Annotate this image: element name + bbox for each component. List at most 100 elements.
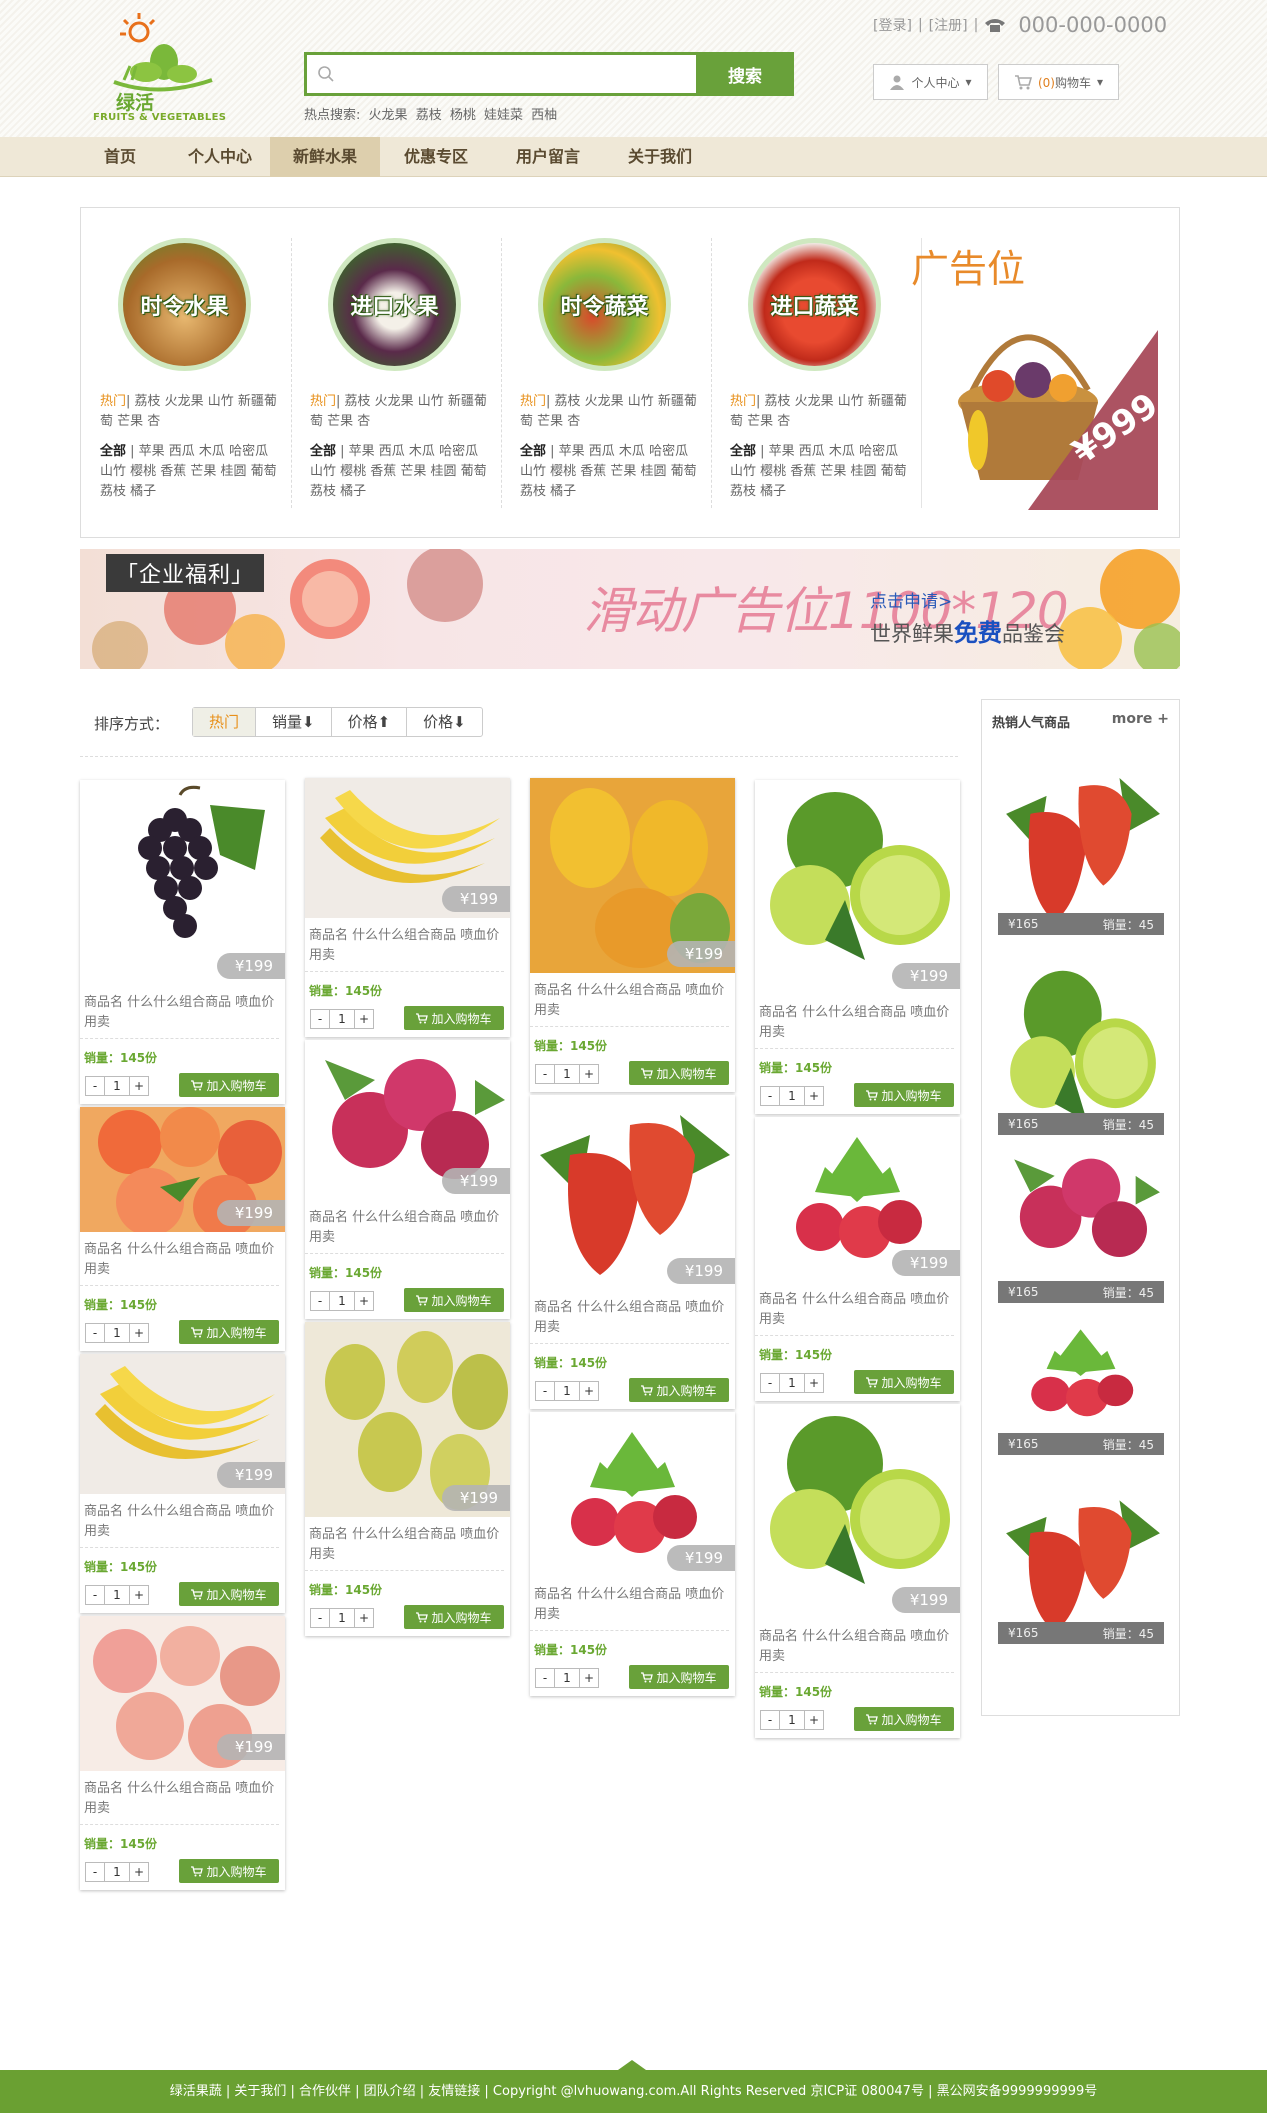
product-image[interactable]: ¥199 <box>305 1040 510 1200</box>
qty-plus-button[interactable]: + <box>130 1077 148 1095</box>
qty-value[interactable]: 1 <box>779 1711 805 1729</box>
sort-sales[interactable]: 销量⬇ <box>256 708 332 736</box>
qty-plus-button[interactable]: + <box>130 1863 148 1881</box>
qty-value[interactable]: 1 <box>329 1292 355 1310</box>
qty-minus-button[interactable]: - <box>761 1374 779 1392</box>
bestseller-item[interactable]: ¥165 销量：45 <box>998 960 1164 1135</box>
product-name[interactable]: 商品名 什么什么组合商品 喷血价用卖 <box>530 1290 729 1344</box>
add-to-cart-button[interactable]: 加入购物车 <box>629 1378 729 1402</box>
add-to-cart-button[interactable]: 加入购物车 <box>404 1288 504 1312</box>
qty-minus-button[interactable]: - <box>311 1609 329 1627</box>
product-name[interactable]: 商品名 什么什么组合商品 喷血价用卖 <box>305 918 504 972</box>
qty-value[interactable]: 1 <box>329 1609 355 1627</box>
add-to-cart-button[interactable]: 加入购物车 <box>854 1370 954 1394</box>
sidebar-more-link[interactable]: more + <box>1112 711 1169 727</box>
add-to-cart-button[interactable]: 加入购物车 <box>629 1665 729 1689</box>
hot-items[interactable]: 荔枝 火龙果 山竹 新疆葡萄 芒果 杏 <box>730 394 907 429</box>
qty-minus-button[interactable]: - <box>536 1669 554 1687</box>
cart-dropdown[interactable]: (0)购物车 ▾ <box>998 64 1119 100</box>
qty-plus-button[interactable]: + <box>355 1292 373 1310</box>
product-card[interactable]: ¥199 商品名 什么什么组合商品 喷血价用卖 销量：145份 -1 + 加入购物车 <box>530 778 735 1092</box>
sort-hot[interactable]: 热门 <box>193 708 257 736</box>
product-image[interactable]: ¥199 <box>755 1404 960 1619</box>
nav-user-center[interactable]: 个人中心 <box>170 137 270 177</box>
product-image[interactable]: ¥199 <box>80 1354 285 1494</box>
add-to-cart-button[interactable]: 加入购物车 <box>629 1061 729 1085</box>
qty-minus-button[interactable]: - <box>86 1586 104 1604</box>
banner-ad[interactable]: 「企业福利」 滑动广告位1100*120 点击申请> 世界鲜果免费品鉴会 <box>80 549 1180 669</box>
add-to-cart-button[interactable]: 加入购物车 <box>179 1073 279 1097</box>
nav-home[interactable]: 首页 <box>82 137 158 177</box>
product-card[interactable]: ¥199 商品名 什么什么组合商品 喷血价用卖 销量：145份 -1 + 加入购物车 <box>755 780 960 1114</box>
product-name[interactable]: 商品名 什么什么组合商品 喷血价用卖 <box>80 985 279 1039</box>
product-name[interactable]: 商品名 什么什么组合商品 喷血价用卖 <box>305 1200 504 1254</box>
qty-minus-button[interactable]: - <box>86 1324 104 1342</box>
qty-minus-button[interactable]: - <box>86 1077 104 1095</box>
product-name[interactable]: 商品名 什么什么组合商品 喷血价用卖 <box>530 973 729 1027</box>
banner-apply-link[interactable]: 点击申请> <box>870 587 952 612</box>
product-card[interactable]: ¥199 商品名 什么什么组合商品 喷血价用卖 销量：145份 -1 + 加入购物车 <box>305 1040 510 1319</box>
sort-price-asc[interactable]: 价格⬆ <box>332 708 408 736</box>
qty-minus-button[interactable]: - <box>311 1292 329 1310</box>
product-image[interactable]: ¥199 <box>80 1616 285 1771</box>
login-link[interactable]: [登录] <box>873 15 912 35</box>
product-image[interactable]: ¥199 <box>755 1117 960 1282</box>
sort-price-desc[interactable]: 价格⬇ <box>407 708 482 736</box>
qty-plus-button[interactable]: + <box>355 1010 373 1028</box>
product-card[interactable]: ¥199 商品名 什么什么组合商品 喷血价用卖 销量：145份 -1 + 加入购物车 <box>80 1354 285 1613</box>
product-card[interactable]: ¥199 商品名 什么什么组合商品 喷血价用卖 销量：145份 -1 + 加入购物车 <box>305 1322 510 1636</box>
hot-term[interactable]: 荔枝 <box>416 108 442 123</box>
all-items[interactable]: 苹果 西瓜 木瓜 哈密瓜 山竹 樱桃 香蕉 芒果 桂圆 葡萄 荔枝 橘子 <box>100 444 277 499</box>
qty-minus-button[interactable]: - <box>86 1863 104 1881</box>
product-card[interactable]: ¥199 商品名 什么什么组合商品 喷血价用卖 销量：145份 -1 + 加入购物车 <box>80 780 285 1104</box>
product-card[interactable]: ¥199 商品名 什么什么组合商品 喷血价用卖 销量：145份 -1 + 加入购物车 <box>755 1404 960 1738</box>
nav-messages[interactable]: 用户留言 <box>498 137 598 177</box>
bestseller-item[interactable]: ¥165 销量：45 <box>998 1143 1164 1303</box>
category-imported-vegetables[interactable]: 进口蔬菜 热门| 荔枝 火龙果 山竹 新疆葡萄 芒果 杏 全部 | 苹果 西瓜 … <box>711 208 921 539</box>
add-to-cart-button[interactable]: 加入购物车 <box>179 1859 279 1883</box>
qty-value[interactable]: 1 <box>779 1374 805 1392</box>
qty-plus-button[interactable]: + <box>805 1374 823 1392</box>
hot-term[interactable]: 娃娃菜 <box>484 108 523 123</box>
add-to-cart-button[interactable]: 加入购物车 <box>179 1582 279 1606</box>
hot-term[interactable]: 杨桃 <box>450 108 476 123</box>
product-image[interactable]: ¥199 <box>530 1412 735 1577</box>
qty-minus-button[interactable]: - <box>761 1087 779 1105</box>
product-name[interactable]: 商品名 什么什么组合商品 喷血价用卖 <box>755 995 954 1049</box>
qty-value[interactable]: 1 <box>779 1087 805 1105</box>
product-card[interactable]: ¥199 商品名 什么什么组合商品 喷血价用卖 销量：145份 -1 + 加入购物车 <box>755 1117 960 1401</box>
logo[interactable]: 绿活 FRUITS & VEGETABLES <box>84 10 234 128</box>
nav-about[interactable]: 关于我们 <box>610 137 710 177</box>
qty-value[interactable]: 1 <box>329 1010 355 1028</box>
product-card[interactable]: ¥199 商品名 什么什么组合商品 喷血价用卖 销量：145份 -1 + 加入购物车 <box>530 1095 735 1409</box>
qty-value[interactable]: 1 <box>104 1586 130 1604</box>
product-card[interactable]: ¥199 商品名 什么什么组合商品 喷血价用卖 销量：145份 -1 + 加入购物车 <box>80 1107 285 1351</box>
bestseller-item[interactable]: ¥165 销量：45 <box>998 760 1164 935</box>
all-items[interactable]: 苹果 西瓜 木瓜 哈密瓜 山竹 樱桃 香蕉 芒果 桂圆 葡萄 荔枝 橘子 <box>730 444 907 499</box>
search-button[interactable]: 搜索 <box>696 52 794 96</box>
bestseller-item[interactable]: ¥165 销量：45 <box>998 1315 1164 1455</box>
qty-plus-button[interactable]: + <box>355 1609 373 1627</box>
qty-value[interactable]: 1 <box>104 1077 130 1095</box>
user-center-dropdown[interactable]: 个人中心 ▾ <box>873 64 988 100</box>
add-to-cart-button[interactable]: 加入购物车 <box>404 1605 504 1629</box>
product-card[interactable]: ¥199 商品名 什么什么组合商品 喷血价用卖 销量：145份 -1 + 加入购物车 <box>305 778 510 1037</box>
product-name[interactable]: 商品名 什么什么组合商品 喷血价用卖 <box>305 1517 504 1571</box>
product-image[interactable]: ¥199 <box>530 778 735 973</box>
add-to-cart-button[interactable]: 加入购物车 <box>854 1083 954 1107</box>
hot-term[interactable]: 西柚 <box>531 108 557 123</box>
product-image[interactable]: ¥199 <box>755 780 960 995</box>
product-name[interactable]: 商品名 什么什么组合商品 喷血价用卖 <box>80 1494 279 1548</box>
qty-plus-button[interactable]: + <box>805 1711 823 1729</box>
category-imported-fruit[interactable]: 进口水果 热门| 荔枝 火龙果 山竹 新疆葡萄 芒果 杏 全部 | 苹果 西瓜 … <box>291 208 501 539</box>
hot-items[interactable]: 荔枝 火龙果 山竹 新疆葡萄 芒果 杏 <box>310 394 487 429</box>
hot-items[interactable]: 荔枝 火龙果 山竹 新疆葡萄 芒果 杏 <box>520 394 697 429</box>
qty-value[interactable]: 1 <box>554 1065 580 1083</box>
hot-term[interactable]: 火龙果 <box>369 108 408 123</box>
add-to-cart-button[interactable]: 加入购物车 <box>179 1320 279 1344</box>
footer-text[interactable]: 绿活果蔬 | 关于我们 | 合作伙伴 | 团队介绍 | 友情链接 | Copyr… <box>170 2084 1098 2099</box>
product-image[interactable]: ¥199 <box>530 1095 735 1290</box>
search-input[interactable] <box>345 61 595 87</box>
nav-fresh-fruit[interactable]: 新鲜水果 <box>270 137 380 177</box>
qty-minus-button[interactable]: - <box>761 1711 779 1729</box>
